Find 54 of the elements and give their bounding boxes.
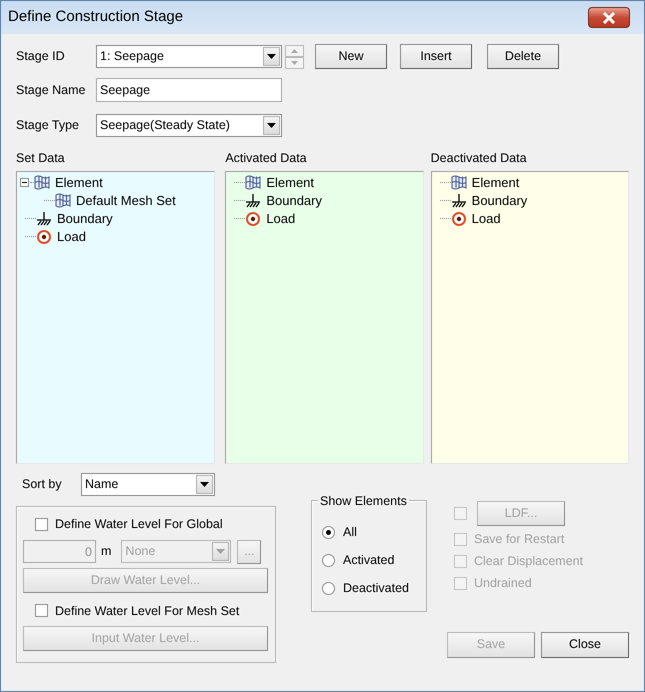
- action-button[interactable]: New: [315, 44, 387, 69]
- field-label: Stage Name: [16, 82, 86, 99]
- window-title: Define Construction Stage: [8, 7, 184, 28]
- field-label: Stage ID: [16, 48, 66, 66]
- panel-title: Activated Data: [225, 150, 308, 167]
- tree-item[interactable]: Load: [472, 209, 501, 228]
- mesh-icon: [450, 175, 467, 190]
- expander-toggle[interactable]: [20, 178, 29, 188]
- text-field[interactable]: Seepage: [96, 78, 282, 102]
- ground-support-icon: [450, 193, 467, 208]
- tree-item[interactable]: Element: [472, 173, 520, 192]
- panel-title: Set Data: [16, 150, 66, 167]
- ground-support-icon: [36, 211, 52, 226]
- action-button[interactable]: Insert: [400, 44, 472, 69]
- spin-button[interactable]: [285, 44, 304, 68]
- field-label: Stage Type: [16, 117, 80, 134]
- target-icon: [36, 228, 52, 245]
- close-icon: [602, 12, 616, 24]
- dropdown[interactable]: 1: Seepage: [96, 45, 282, 68]
- unit-label: m: [101, 543, 112, 560]
- tree-item[interactable]: Boundary: [266, 191, 322, 210]
- close-button[interactable]: [588, 7, 630, 28]
- tree-item[interactable]: Boundary: [472, 191, 528, 210]
- tree-item[interactable]: Boundary: [57, 209, 113, 228]
- radio-button[interactable]: [322, 582, 335, 596]
- caret-icon: [216, 549, 226, 554]
- tree-item[interactable]: Element: [55, 173, 103, 192]
- mesh-icon: [34, 175, 50, 190]
- tree-item[interactable]: Load: [57, 227, 86, 246]
- dropdown[interactable]: Name: [81, 472, 215, 496]
- radio-label[interactable]: All: [343, 523, 357, 542]
- caret-icon: [267, 123, 276, 128]
- radio-label[interactable]: Activated: [343, 551, 394, 570]
- target-icon: [450, 210, 467, 227]
- tree-item[interactable]: Element: [266, 173, 314, 192]
- target-icon: [245, 210, 262, 227]
- radio-button[interactable]: [322, 554, 335, 568]
- tree-item[interactable]: Default Mesh Set: [76, 191, 176, 210]
- ground-support-icon: [245, 193, 262, 208]
- minus-icon: [22, 182, 27, 184]
- radio-label[interactable]: Deactivated: [343, 579, 410, 598]
- mesh-icon: [55, 193, 71, 208]
- up-arrow-icon: [291, 48, 298, 52]
- footer-button[interactable]: Close: [541, 632, 629, 658]
- down-arrow-icon: [291, 60, 298, 64]
- dropdown[interactable]: Seepage(Steady State): [96, 114, 282, 137]
- field-label: Sort by: [22, 476, 63, 493]
- radio-button[interactable]: [322, 526, 335, 540]
- tree-item[interactable]: Load: [266, 209, 296, 228]
- action-button[interactable]: Delete: [487, 44, 559, 69]
- caret-icon: [267, 54, 276, 59]
- panel-title: Deactivated Data: [430, 150, 528, 167]
- caret-icon: [200, 482, 209, 487]
- mesh-icon: [245, 175, 262, 190]
